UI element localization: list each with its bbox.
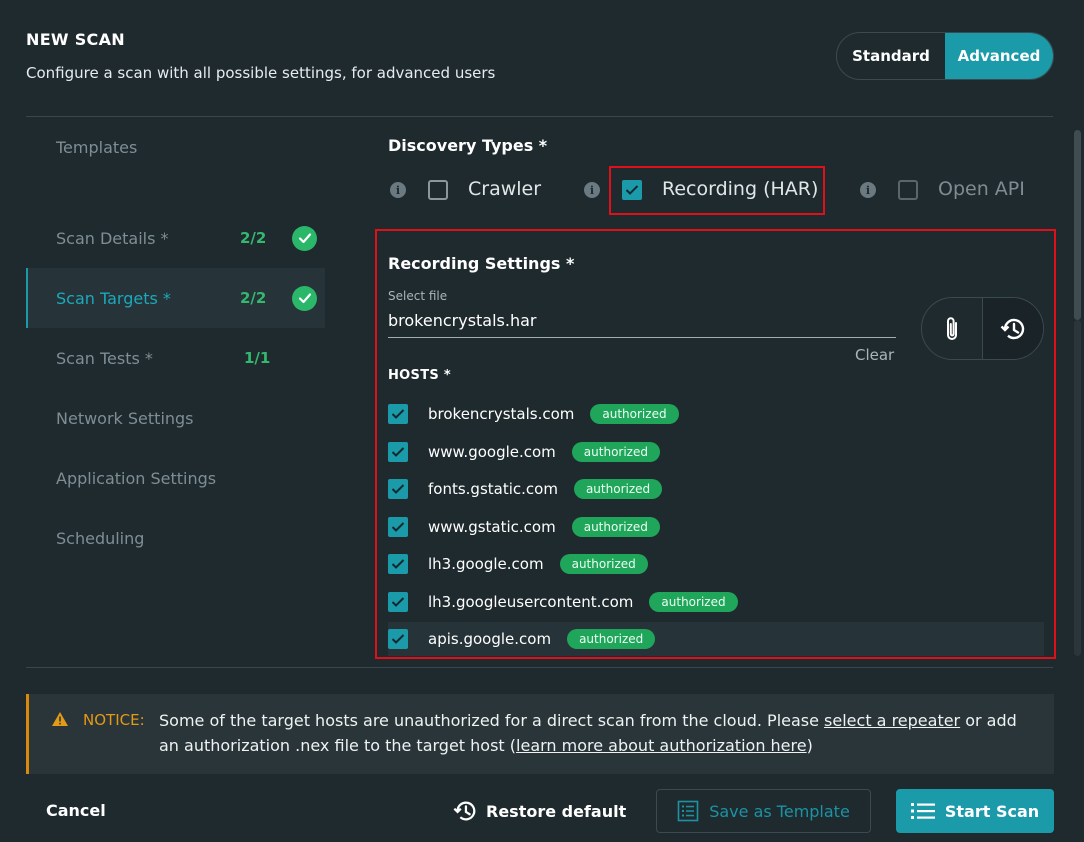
host-name: lh3.googleusercontent.com xyxy=(428,593,634,611)
cancel-button[interactable]: Cancel xyxy=(46,801,106,820)
page-title: NEW SCAN xyxy=(26,30,125,49)
file-actions xyxy=(921,297,1044,360)
authorized-badge: authorized xyxy=(590,404,679,424)
warning-icon xyxy=(51,711,69,731)
learn-more-link[interactable]: learn more about authorization here xyxy=(516,736,807,755)
recording-settings-title: Recording Settings * xyxy=(388,254,575,273)
select-repeater-link[interactable]: select a repeater xyxy=(824,711,960,730)
host-row[interactable]: www.google.com authorized xyxy=(388,435,1044,469)
nav-item-label: Templates xyxy=(56,137,138,157)
authorized-badge: authorized xyxy=(559,554,648,574)
host-name: www.gstatic.com xyxy=(428,518,556,536)
host-checkbox[interactable] xyxy=(388,404,408,424)
host-checkbox[interactable] xyxy=(388,629,408,649)
open-api-label: Open API xyxy=(938,178,1025,200)
nav-item-scan-tests[interactable]: Scan Tests * 1/1 xyxy=(26,328,325,388)
hosts-title: HOSTS * xyxy=(388,368,451,383)
host-checkbox[interactable] xyxy=(388,442,408,462)
authorized-badge: authorized xyxy=(571,517,660,537)
notice-text-part: Some of the target hosts are unauthorize… xyxy=(159,711,825,730)
scrollbar-track[interactable] xyxy=(1074,320,1081,656)
checkmark-icon xyxy=(625,185,639,195)
notice-text: Some of the target hosts are unauthorize… xyxy=(159,708,1029,758)
authorized-badge: authorized xyxy=(649,592,738,612)
crawler-label: Crawler xyxy=(468,178,542,200)
file-caption: Select file xyxy=(388,289,448,303)
notice-banner: NOTICE: Some of the target hosts are una… xyxy=(26,694,1054,774)
nav-item-count: 1/1 xyxy=(244,349,271,367)
nav-item-label: Scheduling xyxy=(56,528,145,548)
mode-advanced-button[interactable]: Advanced xyxy=(945,33,1053,79)
recording-har-checkbox[interactable] xyxy=(622,180,642,200)
check-circle-icon xyxy=(292,225,317,251)
nav-item-scan-details[interactable]: Scan Details * 2/2 xyxy=(26,208,325,268)
authorized-badge: authorized xyxy=(573,479,663,499)
host-name: brokencrystals.com xyxy=(428,405,575,423)
page-subtitle: Configure a scan with all possible setti… xyxy=(26,64,496,82)
file-input[interactable]: brokencrystals.har xyxy=(388,311,537,330)
content-divider xyxy=(26,667,1053,668)
recording-har-label: Recording (HAR) xyxy=(662,178,819,200)
host-name: www.google.com xyxy=(428,443,556,461)
host-row[interactable]: lh3.googleusercontent.com authorized xyxy=(388,585,1044,619)
attach-file-button[interactable] xyxy=(922,298,982,359)
nav-item-templates[interactable]: Templates xyxy=(26,117,325,177)
nav-item-network-settings[interactable]: Network Settings xyxy=(26,388,325,448)
start-scan-label: Start Scan xyxy=(944,801,1040,821)
info-icon[interactable]: i xyxy=(860,182,876,198)
host-name: lh3.google.com xyxy=(428,555,544,573)
authorized-badge: authorized xyxy=(567,629,656,649)
nav-item-label: Scan Targets * xyxy=(56,288,171,308)
clear-file-link[interactable]: Clear xyxy=(855,346,894,364)
scrollbar-thumb[interactable] xyxy=(1074,130,1081,320)
nav-item-label: Network Settings xyxy=(56,408,194,428)
info-icon[interactable]: i xyxy=(390,182,406,198)
history-icon xyxy=(453,801,476,821)
host-row[interactable]: brokencrystals.com authorized xyxy=(388,397,1044,431)
save-as-template-label: Save as Template xyxy=(709,801,850,821)
host-checkbox[interactable] xyxy=(388,517,408,537)
mode-toggle: Standard Advanced xyxy=(836,32,1054,80)
host-row[interactable]: apis.google.com authorized xyxy=(388,622,1044,656)
nav-item-label: Application Settings xyxy=(56,468,217,488)
host-name: fonts.gstatic.com xyxy=(428,480,558,498)
nav-item-count: 2/2 xyxy=(240,229,267,247)
template-list-icon xyxy=(677,800,699,822)
host-row[interactable]: lh3.google.com authorized xyxy=(388,547,1044,581)
mode-standard-button[interactable]: Standard xyxy=(837,33,945,79)
history-icon xyxy=(1000,318,1025,339)
host-row[interactable]: www.gstatic.com authorized xyxy=(388,510,1044,544)
notice-text-part: ) xyxy=(806,736,813,755)
authorized-badge: authorized xyxy=(571,442,660,462)
nav-item-label: Scan Details * xyxy=(56,228,169,248)
nav-item-label: Scan Tests * xyxy=(56,348,153,368)
restore-default-button[interactable]: Restore default xyxy=(452,798,626,824)
recent-files-button[interactable] xyxy=(982,298,1043,359)
notice-tag: NOTICE: xyxy=(83,711,145,729)
restore-default-label: Restore default xyxy=(486,801,627,821)
discovery-types-title: Discovery Types * xyxy=(388,136,548,155)
nav-item-application-settings[interactable]: Application Settings xyxy=(26,448,325,508)
open-api-checkbox[interactable] xyxy=(898,180,918,200)
host-checkbox[interactable] xyxy=(388,554,408,574)
host-row[interactable]: fonts.gstatic.com authorized xyxy=(388,472,1044,506)
nav-item-scan-targets[interactable]: Scan Targets * 2/2 xyxy=(26,268,325,328)
host-name: apis.google.com xyxy=(428,630,552,648)
host-checkbox[interactable] xyxy=(388,592,408,612)
info-icon[interactable]: i xyxy=(584,182,600,198)
nav-item-scheduling[interactable]: Scheduling xyxy=(26,508,325,568)
host-checkbox[interactable] xyxy=(388,479,408,499)
save-as-template-button[interactable]: Save as Template xyxy=(656,789,871,833)
list-icon xyxy=(910,803,935,819)
start-scan-button[interactable]: Start Scan xyxy=(896,789,1054,833)
nav-item-count: 2/2 xyxy=(240,289,267,307)
file-input-underline xyxy=(388,337,896,338)
crawler-checkbox[interactable] xyxy=(428,180,448,200)
check-circle-icon xyxy=(292,285,317,311)
paperclip-icon xyxy=(947,316,957,340)
